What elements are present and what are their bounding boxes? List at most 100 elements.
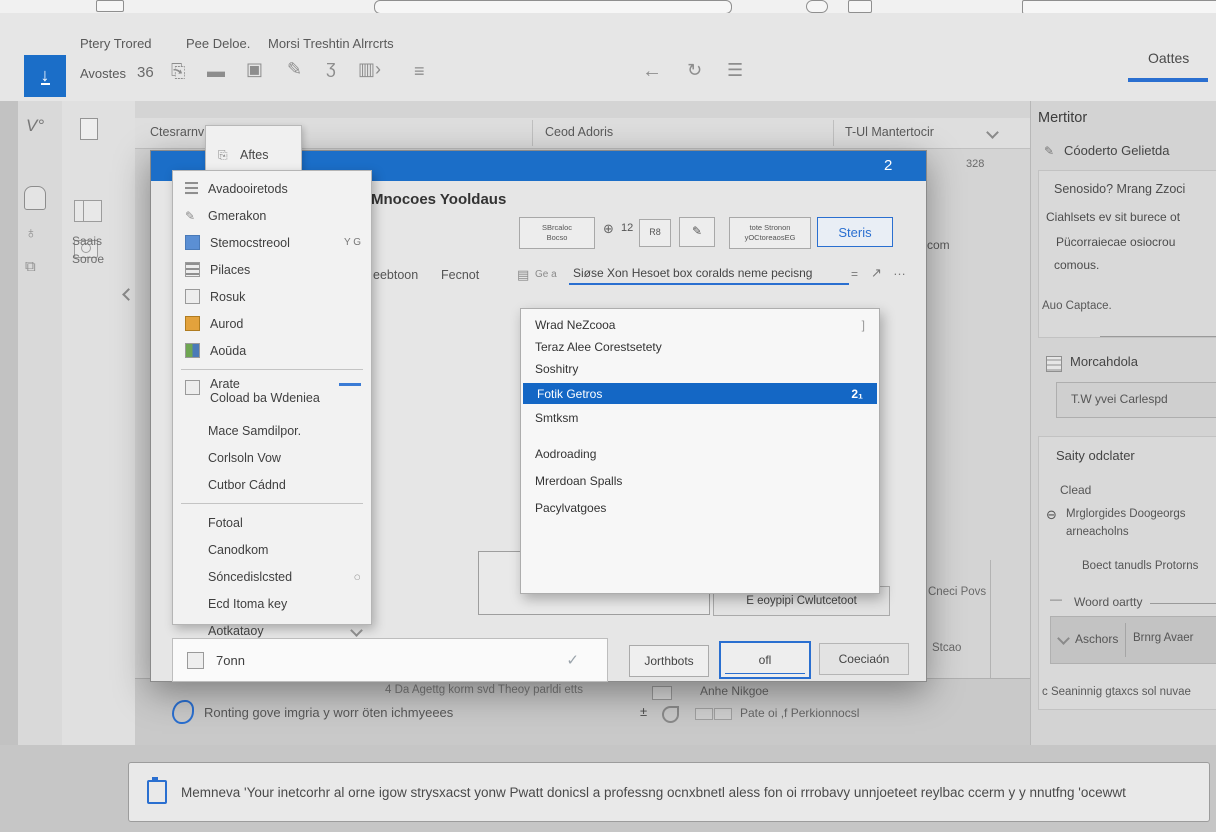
far-left-edge — [0, 101, 18, 832]
panel-dropdown[interactable]: Aschors Brnrg Avaer — [1050, 616, 1216, 664]
menu-item[interactable]: Sóncedislcsted○ — [173, 563, 371, 590]
menu-item[interactable]: Aurod — [173, 310, 371, 337]
dropdown-item[interactable]: Soshitry — [521, 358, 879, 380]
aftes-item[interactable]: Aftes — [240, 148, 269, 162]
layout-pane-icon[interactable] — [74, 200, 102, 222]
menu-item[interactable]: ArateCoload ba Wdeniea — [173, 375, 371, 417]
card1-line1: Senosido? Mrang Zzoci — [1054, 182, 1185, 196]
dropdown-item[interactable]: Aodroading — [521, 440, 879, 467]
address-bar[interactable] — [374, 0, 732, 14]
ge-icon: Ge a — [535, 269, 557, 280]
dialog-tab-2[interactable]: Fecnot — [441, 268, 479, 282]
top-tab-box[interactable] — [96, 0, 124, 12]
document-icon — [185, 235, 200, 250]
ribbon — [0, 13, 1216, 102]
tab-oattes[interactable]: Oattes — [1148, 50, 1189, 66]
menu-item[interactable]: Avadooiretods — [173, 175, 371, 202]
menu-item[interactable]: Aoūda — [173, 337, 371, 364]
account-icon[interactable] — [806, 0, 828, 13]
card1-line4: comous. — [1054, 258, 1099, 272]
ok-button[interactable]: ofl — [719, 641, 811, 679]
leaf-icon — [662, 706, 679, 723]
ribbon-menu-1[interactable]: Ptery Trored — [80, 36, 152, 51]
section-clead[interactable]: Clead — [1060, 483, 1091, 497]
steris-button[interactable]: Steris — [817, 217, 893, 247]
menu-item[interactable]: Corlsoln Vow — [173, 444, 371, 471]
box-icon — [695, 708, 713, 720]
section-title: Saity odclater — [1056, 448, 1135, 463]
window-icon — [185, 380, 200, 395]
hamburger-icon[interactable]: ☰ — [727, 60, 743, 81]
dialog-tab-1[interactable]: eebtoon — [373, 268, 418, 282]
panel-marce[interactable]: Morcahdola — [1070, 354, 1138, 369]
menu-item[interactable]: Fotoal — [173, 509, 371, 536]
dash-icon: — — [1050, 592, 1062, 606]
cancel-button[interactable]: Coeciaón — [819, 643, 909, 675]
pen-tool-icon[interactable]: ʒ — [326, 57, 336, 78]
back-arrow-icon[interactable]: ← — [642, 60, 662, 83]
zoom-plus-icon[interactable]: ⊕ — [603, 221, 614, 237]
header-col-3[interactable]: Ceod Adoris — [545, 125, 613, 139]
menu-item[interactable]: Rosuk — [173, 283, 371, 310]
new-mail-icon[interactable]: ⎘ — [171, 61, 185, 82]
rail-contact-icon[interactable] — [24, 186, 46, 210]
header-divider — [833, 120, 834, 146]
book-icon[interactable]: ▥› — [358, 59, 381, 80]
avostes-label[interactable]: Avostes — [80, 66, 126, 81]
app-logo-icon[interactable]: ↓ — [24, 55, 66, 97]
signature-button[interactable]: SBrcaloc Bocso — [519, 217, 595, 249]
equals-icon[interactable]: = — [851, 267, 858, 281]
ribbon-menu-2[interactable]: Pee Deloe. — [186, 36, 250, 51]
menu-item[interactable]: Mace Samdilpor. — [173, 417, 371, 444]
signature-icon[interactable]: ✎ — [287, 59, 302, 80]
chevron-down-icon — [1057, 632, 1070, 645]
dropdown-item[interactable]: Mrerdoan Spalls — [521, 467, 879, 494]
header-col-4[interactable]: T-Ul Mantertocir — [845, 125, 934, 139]
dialog-search-input[interactable]: Siøse Xon Hesoet box coralds neme pecisn… — [569, 263, 849, 285]
panel-subtitle[interactable]: Cóoderto Gelietda — [1064, 143, 1170, 158]
bottom-note: Memneva 'Your inetcorhr al orne igow str… — [128, 762, 1210, 822]
ribbon-menu-3[interactable]: Morsi Treshtin Alrrcrts — [268, 36, 394, 51]
rail-tag-icon[interactable]: ⧉ — [25, 258, 36, 275]
menu-item[interactable]: Ecd Itoma key — [173, 590, 371, 617]
grid-icon[interactable]: ▤ — [517, 267, 529, 283]
menu-footer[interactable]: 7onn ✓ — [172, 638, 608, 682]
dropdown-item[interactable]: Wrad NeZcooa ] — [521, 314, 879, 336]
jorthbots-button[interactable]: Jorthbots — [629, 645, 709, 677]
bracket-glyph: ] — [862, 318, 865, 332]
minimize-strip-icon[interactable]: ▬ — [207, 61, 225, 82]
reading-pane-icon[interactable]: ▣ — [246, 59, 263, 80]
plus-minus-icon[interactable]: ± — [640, 704, 647, 719]
page-icon — [185, 289, 200, 304]
header-col-1[interactable]: Ctesrarnv — [150, 125, 204, 139]
dialog-help-button[interactable]: 2 — [884, 157, 892, 174]
bg-cneci-text: Cneci Povs — [928, 586, 986, 598]
rail-calendar-icon[interactable]: ♁ — [25, 225, 37, 243]
menu-item[interactable]: Pilaces — [173, 256, 371, 283]
panel-input[interactable]: T.W yvei Carlespd — [1056, 382, 1216, 418]
box-icon — [714, 708, 732, 720]
panel-title: Mertitor — [1038, 110, 1087, 126]
side-search-box[interactable] — [1022, 0, 1216, 14]
pen-icon: ✎ — [185, 209, 198, 222]
edit-button[interactable]: ✎ — [679, 217, 715, 247]
store-button[interactable]: tote Stronon yOCtoreaosEG — [729, 217, 811, 249]
expand-icon[interactable]: ↗ — [871, 265, 882, 281]
dropdown-item-selected[interactable]: Fotik Getros 2₁ — [523, 383, 877, 404]
dropdown-item[interactable]: Teraz Alee Corestsetety — [521, 336, 879, 358]
dropdown-item[interactable]: Pacylvatgoes — [521, 494, 879, 521]
menu-item[interactable]: Canodkom — [173, 536, 371, 563]
circle-minus-icon: ⊖ — [1046, 507, 1057, 523]
pen-icon[interactable] — [848, 0, 872, 13]
dropdown-item[interactable]: Smtksm — [521, 407, 879, 429]
menu-item[interactable]: Cutbor Cádnd — [173, 471, 371, 498]
r8-button[interactable]: R8 — [639, 219, 671, 247]
menu-item[interactable]: StemocstreoolY G — [173, 229, 371, 256]
list-icon[interactable]: ≡ — [414, 61, 425, 82]
more-icon[interactable]: … — [893, 263, 906, 278]
clipboard-icon[interactable] — [80, 118, 98, 140]
rail-mail-icon[interactable]: V° — [26, 116, 44, 136]
rail-label-2: Soroe — [72, 252, 104, 266]
refresh-icon[interactable]: ↻ — [687, 60, 702, 81]
menu-item[interactable]: ✎Gmerakon — [173, 202, 371, 229]
